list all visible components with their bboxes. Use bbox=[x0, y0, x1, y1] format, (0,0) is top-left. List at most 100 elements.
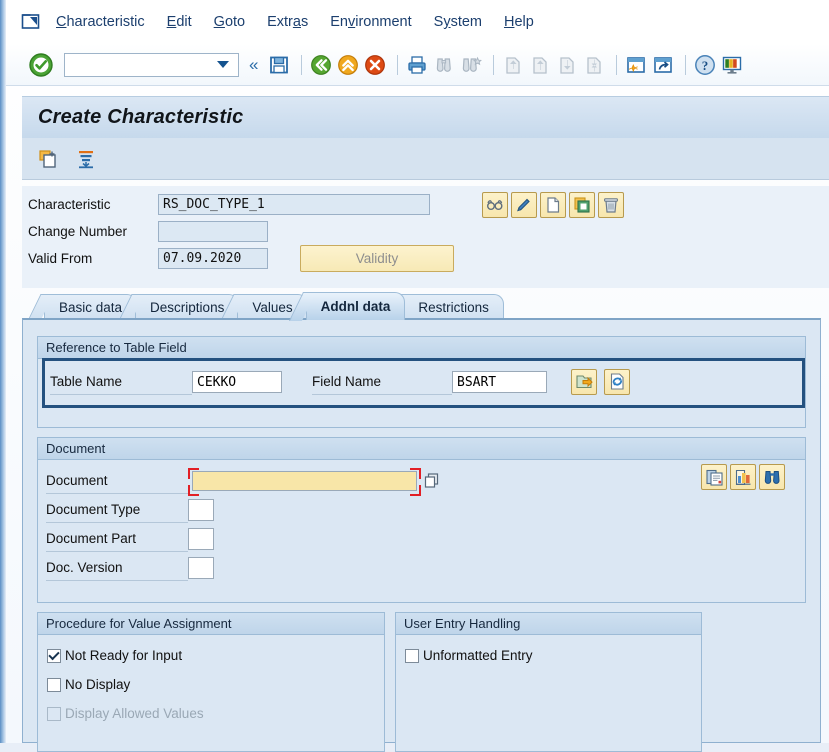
goto-table-field-button[interactable] bbox=[571, 368, 597, 395]
doc-version-input[interactable] bbox=[188, 556, 214, 579]
display-glasses-icon[interactable] bbox=[482, 191, 508, 218]
page-header: Create Characteristic bbox=[22, 96, 829, 180]
find-next-button bbox=[459, 53, 483, 77]
toolbar-separator bbox=[397, 54, 399, 75]
value-assignment-title: Procedure for Value Assignment bbox=[38, 613, 384, 635]
table-name-label: Table Name bbox=[50, 369, 192, 395]
tab-restrictions[interactable]: Restrictions bbox=[403, 294, 504, 320]
create-session-button[interactable] bbox=[624, 53, 648, 77]
document-part-row: Document Part bbox=[38, 524, 805, 553]
menu-item-extras[interactable]: Extras bbox=[267, 14, 308, 30]
checkbox-no-display[interactable]: No Display bbox=[38, 670, 384, 699]
tab-addnl-data[interactable]: Addnl data bbox=[305, 292, 406, 320]
cancel-button[interactable] bbox=[363, 53, 387, 77]
print-button[interactable] bbox=[405, 53, 429, 77]
exit-button[interactable] bbox=[336, 53, 360, 77]
double-chevron-left-icon[interactable]: « bbox=[249, 55, 258, 75]
document-type-input[interactable] bbox=[188, 498, 214, 521]
checkbox-not-ready-for-input[interactable]: Not Ready for Input bbox=[38, 641, 384, 670]
title-bar: Create Characteristic bbox=[22, 96, 829, 138]
document-input[interactable] bbox=[192, 470, 417, 491]
menu-item-edit[interactable]: Edit bbox=[167, 14, 192, 30]
characteristic-label: Characteristic bbox=[28, 197, 111, 212]
checkbox-box bbox=[47, 706, 61, 721]
toolbar-separator bbox=[685, 54, 687, 75]
toolbar-separator bbox=[301, 54, 303, 75]
document-part-input[interactable] bbox=[188, 527, 214, 550]
green-check-enter-icon[interactable] bbox=[28, 52, 54, 78]
checkbox-label: No Display bbox=[65, 677, 131, 692]
table-name-input[interactable]: CEKKO bbox=[192, 370, 282, 393]
valid-from-input[interactable]: 07.09.2020 bbox=[158, 248, 268, 269]
first-page-button bbox=[501, 53, 525, 77]
help-button[interactable]: ? bbox=[693, 53, 717, 77]
create-blank-page-icon[interactable] bbox=[540, 191, 566, 218]
checkbox-display-allowed-values: Display Allowed Values bbox=[38, 699, 384, 728]
change-number-row: Change Number bbox=[22, 218, 829, 245]
characteristic-input[interactable]: RS_DOC_TYPE_1 bbox=[158, 194, 430, 215]
back-button[interactable] bbox=[309, 53, 333, 77]
next-page-button bbox=[555, 53, 579, 77]
document-group: Document Document Document Type Document… bbox=[37, 437, 806, 603]
copy-from-icon[interactable] bbox=[569, 191, 595, 218]
valid-from-label: Valid From bbox=[28, 251, 93, 266]
focus-corner-top-right bbox=[410, 467, 421, 479]
addnl-data-panel: Reference to Table Field Table Name CEKK… bbox=[22, 318, 821, 752]
system-toolbar: « ? bbox=[6, 44, 829, 86]
create-shortcut-button[interactable] bbox=[651, 53, 675, 77]
checkbox-label: Display Allowed Values bbox=[65, 706, 204, 721]
chevron-down-icon[interactable] bbox=[217, 61, 229, 68]
delete-trash-icon[interactable] bbox=[598, 191, 624, 218]
value-help-icon[interactable] bbox=[424, 472, 441, 490]
doc-version-label: Doc. Version bbox=[46, 555, 188, 581]
reference-to-table-field-group: Reference to Table Field Table Name CEKK… bbox=[37, 336, 806, 428]
menu-item-environment[interactable]: Environment bbox=[330, 14, 411, 30]
focus-corner-top-left bbox=[188, 467, 199, 479]
valid-from-row: Valid From 07.09.2020 Validity bbox=[22, 245, 829, 272]
menu-bar: Characteristic Edit Goto Extras Environm… bbox=[6, 0, 829, 44]
reference-group-title: Reference to Table Field bbox=[38, 337, 805, 359]
checkbox-box[interactable] bbox=[47, 677, 61, 692]
change-number-label: Change Number bbox=[28, 224, 128, 239]
checkbox-label: Unformatted Entry bbox=[423, 648, 533, 663]
previous-page-button bbox=[528, 53, 552, 77]
focus-corner-bottom-right bbox=[410, 484, 421, 496]
stacked-lines-icon[interactable] bbox=[74, 147, 98, 171]
bar-chart-icon[interactable] bbox=[730, 464, 756, 490]
menu-item-help[interactable]: Help bbox=[504, 14, 534, 30]
document-type-label: Document Type bbox=[46, 497, 188, 523]
checkbox-box[interactable] bbox=[47, 648, 61, 663]
document-overview-icon[interactable] bbox=[701, 464, 727, 490]
change-number-input[interactable] bbox=[158, 221, 268, 242]
new-document-icon[interactable] bbox=[36, 147, 60, 171]
checkbox-unformatted-entry[interactable]: Unformatted Entry bbox=[396, 641, 701, 670]
customize-local-layout-icon[interactable] bbox=[720, 53, 744, 77]
characteristic-header: Characteristic RS_DOC_TYPE_1 Change Numb… bbox=[22, 186, 829, 288]
menu-item-system[interactable]: System bbox=[434, 14, 482, 30]
reference-group-body: Table Name CEKKO Field Name BSART bbox=[38, 358, 805, 427]
edit-pencil-icon[interactable] bbox=[511, 191, 537, 218]
last-page-button bbox=[582, 53, 606, 77]
field-name-input[interactable]: BSART bbox=[452, 370, 547, 393]
menu-item-characteristic[interactable]: Characteristic bbox=[56, 14, 145, 30]
document-action-buttons bbox=[701, 464, 785, 490]
document-input-wrapper bbox=[188, 467, 439, 496]
refresh-reference-button[interactable] bbox=[604, 368, 630, 395]
save-button[interactable] bbox=[267, 53, 291, 77]
command-field[interactable] bbox=[64, 52, 239, 77]
checkbox-box[interactable] bbox=[405, 648, 419, 663]
document-row: Document bbox=[38, 466, 805, 496]
document-find-button[interactable] bbox=[759, 464, 785, 490]
svg-text:?: ? bbox=[702, 57, 709, 72]
validity-button[interactable]: Validity bbox=[300, 245, 454, 272]
sap-system-menu-icon[interactable] bbox=[20, 12, 42, 32]
document-group-title: Document bbox=[38, 438, 805, 460]
application-toolbar bbox=[22, 138, 829, 180]
menu-item-goto[interactable]: Goto bbox=[214, 14, 245, 30]
field-name-label: Field Name bbox=[312, 369, 452, 395]
user-entry-body: Unformatted Entry bbox=[396, 635, 701, 678]
value-assignment-group: Procedure for Value Assignment Not Ready… bbox=[37, 612, 385, 752]
reference-fields-row: Table Name CEKKO Field Name BSART bbox=[38, 367, 805, 396]
document-type-row: Document Type bbox=[38, 495, 805, 524]
sap-gui-window: Characteristic Edit Goto Extras Environm… bbox=[0, 0, 829, 752]
